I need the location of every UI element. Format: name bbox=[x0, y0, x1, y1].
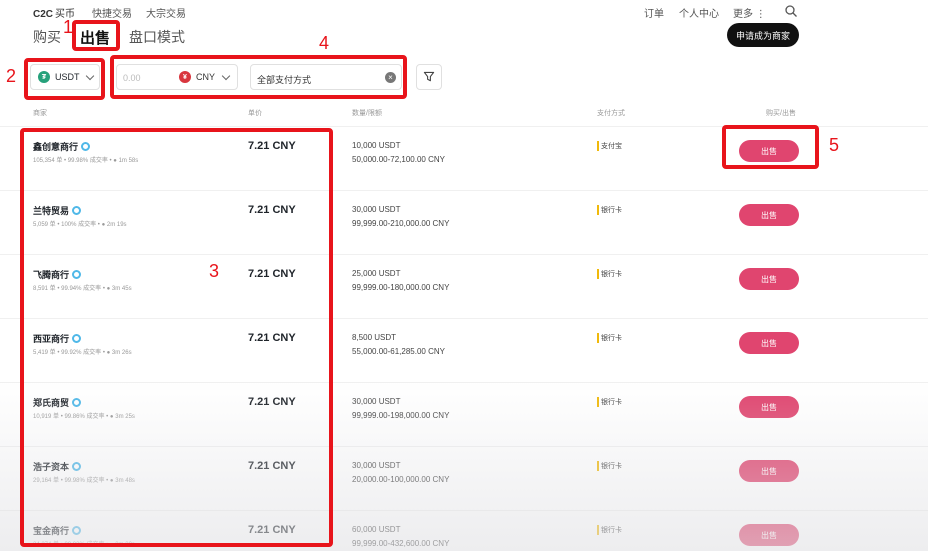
filter-icon bbox=[423, 71, 435, 82]
header-amount: 数量/限额 bbox=[352, 110, 382, 117]
available-amount: 10,000 USDT bbox=[352, 141, 401, 150]
available-amount: 30,000 USDT bbox=[352, 461, 401, 470]
annotation-number-3: 3 bbox=[209, 261, 220, 281]
sell-button[interactable]: 出售 bbox=[739, 332, 799, 354]
header-merchant: 商家 bbox=[33, 110, 47, 117]
available-amount: 30,000 USDT bbox=[352, 205, 401, 214]
order-limit: 99,999.00-210,000.00 CNY bbox=[352, 219, 450, 228]
annotation-number-5: 5 bbox=[829, 135, 840, 155]
top-nav: C2C 买币 快捷交易 大宗交易 订单 个人中心 更多 ⋮ bbox=[0, 0, 928, 24]
sell-button[interactable]: 出售 bbox=[739, 204, 799, 226]
header-action: 购买/出售 bbox=[766, 110, 796, 117]
nav-link-orders[interactable]: 订单 bbox=[644, 5, 664, 20]
payment-method: 银行卡 bbox=[597, 205, 622, 215]
annotation-box-3 bbox=[20, 128, 333, 547]
available-amount: 30,000 USDT bbox=[352, 397, 401, 406]
available-amount: 25,000 USDT bbox=[352, 269, 401, 278]
nav-link-block-trade[interactable]: 大宗交易 bbox=[146, 5, 186, 20]
header-payment: 支付方式 bbox=[597, 110, 625, 117]
nav-link-more[interactable]: 更多 ⋮ bbox=[733, 5, 766, 20]
payment-method: 银行卡 bbox=[597, 397, 622, 407]
sell-button[interactable]: 出售 bbox=[739, 268, 799, 290]
nav-link-user-center[interactable]: 个人中心 bbox=[679, 5, 719, 20]
annotation-box-5 bbox=[722, 125, 819, 169]
annotation-box-1 bbox=[72, 20, 120, 51]
header-price: 单价 bbox=[248, 110, 262, 117]
order-limit: 99,999.00-198,000.00 CNY bbox=[352, 411, 450, 420]
nav-link-quick-trade[interactable]: 快捷交易 bbox=[92, 5, 132, 20]
payment-method: 支付宝 bbox=[597, 141, 622, 151]
payment-method: 银行卡 bbox=[597, 461, 622, 471]
annotation-number-2: 2 bbox=[6, 66, 17, 86]
available-amount: 60,000 USDT bbox=[352, 525, 401, 534]
search-icon[interactable] bbox=[785, 5, 797, 17]
sell-button[interactable]: 出售 bbox=[739, 524, 799, 546]
order-limit: 55,000.00-61,285.00 CNY bbox=[352, 347, 445, 356]
filter-button[interactable] bbox=[416, 64, 442, 90]
annotation-number-1: 1 bbox=[63, 17, 74, 37]
payment-method: 银行卡 bbox=[597, 525, 622, 535]
sell-button[interactable]: 出售 bbox=[739, 460, 799, 482]
order-limit: 20,000.00-100,000.00 CNY bbox=[352, 475, 450, 484]
payment-method: 银行卡 bbox=[597, 333, 622, 343]
apply-merchant-button[interactable]: 申请成为商家 bbox=[727, 23, 799, 47]
annotation-box-2 bbox=[24, 58, 105, 100]
annotation-number-4: 4 bbox=[319, 33, 330, 53]
sell-button[interactable]: 出售 bbox=[739, 396, 799, 418]
annotation-box-4 bbox=[110, 55, 407, 99]
order-limit: 50,000.00-72,100.00 CNY bbox=[352, 155, 445, 164]
order-limit: 99,999.00-432,600.00 CNY bbox=[352, 539, 450, 548]
tab-order-book-mode[interactable]: 盘口模式 bbox=[129, 27, 185, 47]
order-limit: 99,999.00-180,000.00 CNY bbox=[352, 283, 450, 292]
tab-buy[interactable]: 购买 bbox=[33, 27, 61, 47]
payment-method: 银行卡 bbox=[597, 269, 622, 279]
available-amount: 8,500 USDT bbox=[352, 333, 397, 342]
